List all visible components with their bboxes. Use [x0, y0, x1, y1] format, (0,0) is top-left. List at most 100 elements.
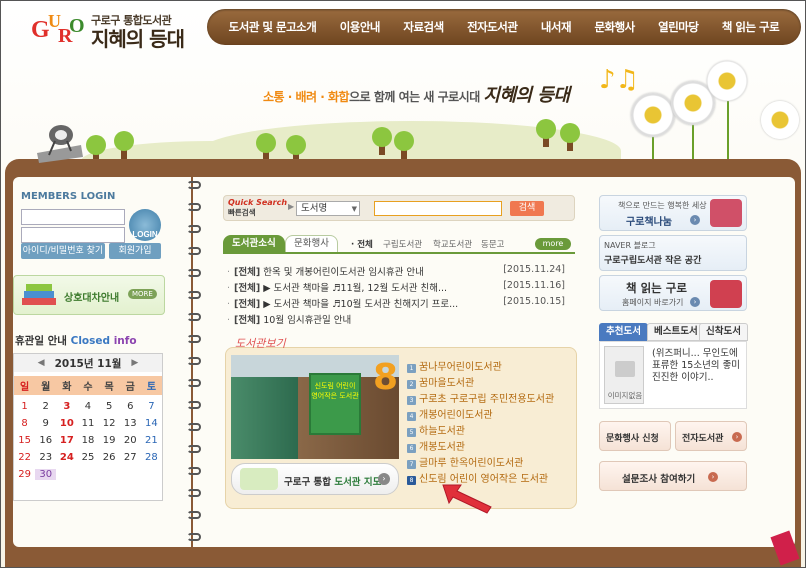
news-more-button[interactable]: more	[535, 238, 571, 250]
calendar-day[interactable]: 22	[14, 452, 35, 463]
library-link[interactable]: 7 글마루 한옥어린이도서관	[407, 454, 523, 469]
calendar-day[interactable]: 21	[141, 435, 162, 446]
calendar-day[interactable]: 24	[56, 452, 77, 463]
site-logo[interactable]: G U R O 구로구 통합도서관 지혜의 등대	[31, 11, 185, 51]
news-item[interactable]: · [전체] ▶ 도서관 책마을 ♬11월, 12월 도서관 친해... [2015…	[227, 280, 567, 294]
nav-item-search[interactable]: 자료검색	[403, 19, 444, 35]
next-month-icon[interactable]: ▶	[131, 358, 138, 368]
book-sharing-banner[interactable]: 책으로 만드는 행복한 세상 구로책나눔 ›	[599, 195, 747, 231]
calendar-weekday: 금	[119, 376, 141, 395]
calendar-day[interactable]: 15	[14, 435, 35, 446]
search-input[interactable]	[374, 201, 502, 216]
calendar-day[interactable]: 30	[35, 469, 57, 480]
calendar-weekday: 수	[77, 376, 99, 395]
library-photo-sign: 신도림 어린이 영어작은 도서관	[309, 373, 361, 435]
news-item[interactable]: · [전체] 10월 임시휴관일 안내	[227, 312, 567, 326]
calendar-day[interactable]: 4	[77, 401, 98, 412]
library-link[interactable]: 5 하늘도서관	[407, 422, 465, 437]
nav-item-guide[interactable]: 이용안내	[340, 19, 381, 35]
subtab-community[interactable]: 동문고	[481, 238, 504, 250]
login-id-input[interactable]	[21, 209, 125, 225]
calendar-day[interactable]: 13	[120, 418, 141, 429]
subtab-all[interactable]: · 전체	[351, 238, 373, 250]
library-link[interactable]: 6 개봉도서관	[407, 438, 465, 453]
naver-blog-banner[interactable]: NAVER 블로그 구로구립도서관 작은 공간	[599, 235, 747, 271]
interlibrary-loan-banner[interactable]: 상호대차안내 MORE	[13, 275, 165, 315]
search-type-select[interactable]: 도서명	[296, 201, 360, 216]
find-account-button[interactable]: 아이디/비밀번호 찾기	[21, 243, 105, 259]
calendar-day[interactable]: 9	[35, 418, 56, 429]
calendar-day[interactable]: 19	[99, 435, 120, 446]
calendar-day[interactable]: 1	[14, 401, 35, 412]
arrow-right-icon: ›	[732, 432, 742, 442]
prev-month-icon[interactable]: ◀	[38, 358, 45, 368]
library-link[interactable]: 2 꿈마을도서관	[407, 374, 474, 389]
calendar-day[interactable]: 20	[120, 435, 141, 446]
calendar-day[interactable]: 10	[56, 418, 77, 429]
join-button[interactable]: 회원가입	[109, 243, 161, 259]
nav-item-reading-guro[interactable]: 책 읽는 구로	[722, 19, 780, 35]
nav-item-events[interactable]: 문화행사	[594, 19, 635, 35]
calendar-day[interactable]: 5	[99, 401, 120, 412]
calendar-day[interactable]: 29	[14, 469, 35, 480]
calendar-day[interactable]: 2	[35, 401, 56, 412]
calendar-day[interactable]: 11	[77, 418, 98, 429]
elibrary-button[interactable]: 전자도서관 ›	[675, 421, 747, 451]
calendar-day[interactable]: 14	[141, 418, 162, 429]
news-item[interactable]: · [전체] ▶ 도서관 책마을 ♬10월 도서관 친해지기 프로... [2015…	[227, 296, 567, 310]
calendar-day[interactable]: 25	[77, 452, 98, 463]
calendar-day[interactable]: 3	[56, 401, 77, 412]
survey-button[interactable]: 설문조사 참여하기 ›	[599, 461, 747, 491]
library-map-button[interactable]: 구로구 통합 도서관 지도 ›	[231, 463, 399, 495]
nav-item-open-forum[interactable]: 열린마당	[658, 19, 699, 35]
nav-item-about[interactable]: 도서관 및 문고소개	[229, 19, 317, 35]
login-button[interactable]: LOGIN	[129, 209, 161, 241]
reading-guro-banner[interactable]: 책 읽는 구로 홈페이지 바로가기 ›	[599, 275, 747, 311]
tab-underline	[223, 252, 575, 254]
calendar: ◀ 2015년 11월 ▶ 일 월 화 수 목 금 토 1 2 3 4 5 6 7 8 9 10 11 12 13 14…	[13, 353, 163, 501]
calendar-day[interactable]: 17	[56, 435, 77, 446]
tree-icon	[114, 131, 134, 159]
nav-item-elibrary[interactable]: 전자도서관	[467, 19, 518, 35]
library-link[interactable]: 1 꿈나무어린이도서관	[407, 358, 502, 373]
tree-icon	[560, 123, 580, 151]
calendar-day[interactable]: 18	[77, 435, 98, 446]
subtab-public[interactable]: 구립도서관	[383, 238, 422, 250]
books-icon	[22, 284, 56, 305]
login-password-input[interactable]	[21, 227, 125, 243]
event-apply-button[interactable]: 문화행사 신청	[599, 421, 671, 451]
calendar-day[interactable]: 28	[141, 452, 162, 463]
tree-icon	[394, 131, 414, 159]
tab-recommended[interactable]: 추천도서	[599, 323, 648, 341]
tab-new-arrivals[interactable]: 신착도서	[699, 323, 748, 341]
search-button[interactable]: 검색	[510, 201, 544, 216]
calendar-day[interactable]: 27	[120, 452, 141, 463]
recommended-book[interactable]: 이미지없음 (위즈퍼니... 무인도에 표류한 15소년의 좋미진진한 이야기.…	[599, 341, 747, 409]
flower-stem	[692, 121, 694, 161]
tab-cultural-events[interactable]: 문화행사	[285, 235, 338, 253]
calendar-day[interactable]: 12	[99, 418, 120, 429]
library-link[interactable]: 4 개봉어린이도서관	[407, 406, 493, 421]
slogan: 소통 · 배려 · 화합으로 함께 여는 새 구로시대 지혜의 등대	[263, 85, 570, 106]
calendar-day[interactable]: 16	[35, 435, 56, 446]
nav-item-my-library[interactable]: 내서재	[541, 19, 572, 35]
calendar-day[interactable]: 26	[99, 452, 120, 463]
book-cover: 이미지없음	[604, 346, 644, 404]
red-arrow-icon	[442, 484, 492, 514]
map-icon	[240, 468, 278, 490]
interlibrary-more-button[interactable]: MORE	[128, 289, 157, 299]
subtab-school[interactable]: 학교도서관	[433, 238, 472, 250]
tab-bestseller[interactable]: 베스트도서	[647, 323, 705, 341]
calendar-day[interactable]: 7	[141, 401, 162, 412]
tab-library-news[interactable]: 도서관소식	[223, 235, 285, 253]
calendar-grid: 일 월 화 수 목 금 토 1 2 3 4 5 6 7 8 9 10 11 12 13 14 15 16 17 18 19 20 21…	[14, 372, 162, 480]
news-item[interactable]: · [전체] 한옥 및 개봉어린이도서관 임시휴관 안내 [2015.11.24]	[227, 264, 567, 278]
library-link[interactable]: 3 구로초 구로구립 주민전용도서관	[407, 390, 554, 405]
music-note-icon: ♪♫	[599, 65, 639, 95]
calendar-day[interactable]: 6	[120, 401, 141, 412]
flower-icon	[761, 101, 799, 139]
image-placeholder-icon	[615, 361, 635, 377]
calendar-day[interactable]: 8	[14, 418, 35, 429]
calendar-day[interactable]: 23	[35, 452, 56, 463]
library-photo[interactable]: 신도림 어린이 영어작은 도서관 8	[231, 355, 399, 459]
